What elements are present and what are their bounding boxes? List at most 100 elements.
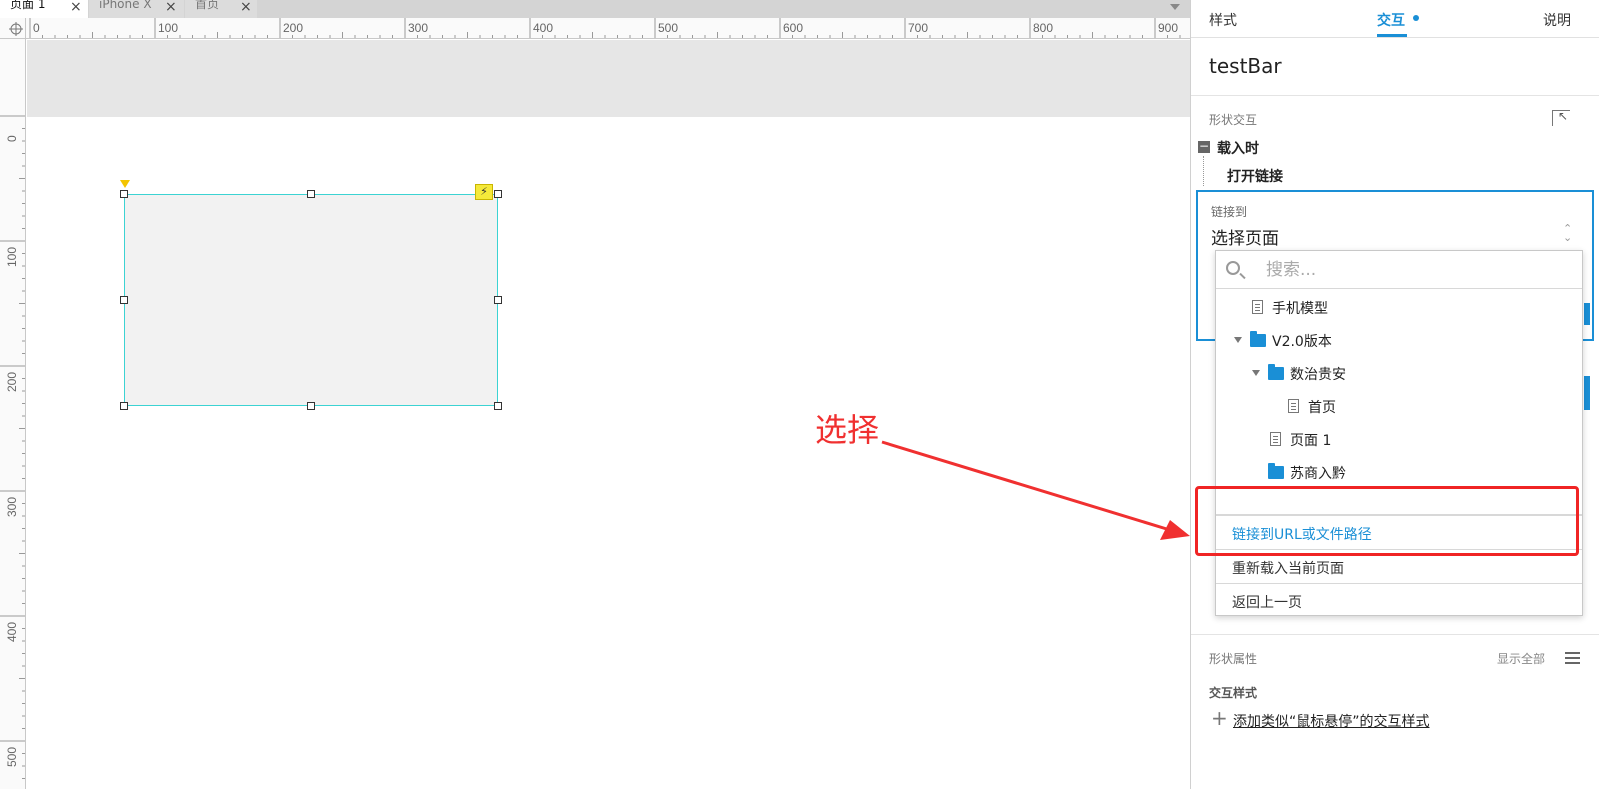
vertical-ruler: 0 100 200 300 400 500	[0, 39, 26, 789]
ruler-label: 200	[283, 21, 303, 35]
folder-icon	[1268, 463, 1284, 479]
ruler-label: 200	[5, 372, 19, 392]
go-back-option[interactable]: 返回上一页	[1216, 583, 1582, 617]
tree-item-folder[interactable]: V2.0版本	[1216, 323, 1582, 356]
menu-icon[interactable]	[1565, 652, 1580, 654]
option-label: 重新载入当前页面	[1232, 561, 1344, 577]
resize-handle[interactable]	[120, 402, 128, 410]
annotation-arrow	[881, 440, 1190, 540]
chevron-up-down-icon[interactable]: ⌃ ⌄	[1563, 223, 1572, 243]
close-icon[interactable]: ×	[165, 0, 177, 14]
search-input[interactable]	[1266, 258, 1566, 282]
search-icon	[1226, 261, 1240, 275]
tab-style[interactable]: 样式	[1209, 10, 1237, 30]
document-tab-bar: 页面 1 × iPhone X × 首页 ×	[0, 0, 1190, 18]
link-to-label: 链接到	[1211, 205, 1248, 219]
widget-name[interactable]: testBar	[1209, 54, 1282, 78]
active-tab-indicator	[1377, 34, 1407, 37]
tree-connector	[1203, 156, 1204, 186]
search-row	[1216, 251, 1582, 289]
canvas-header-area	[27, 40, 1190, 117]
tab-label: 页面 1	[10, 0, 46, 11]
rotation-marker-icon[interactable]	[120, 180, 130, 188]
ruler-label: 500	[658, 21, 678, 35]
page-icon	[1270, 432, 1281, 446]
tab-page-1[interactable]: 页面 1 ×	[0, 0, 88, 18]
close-icon[interactable]: ×	[240, 0, 252, 14]
ruler-label: 100	[5, 247, 19, 267]
page-icon	[1288, 399, 1299, 413]
event-label[interactable]: 载入时	[1217, 138, 1259, 158]
show-all-link[interactable]: 显示全部	[1497, 650, 1545, 667]
divider	[1191, 95, 1599, 96]
resize-handle[interactable]	[120, 190, 128, 198]
ruler-label: 400	[5, 622, 19, 642]
select-target-icon[interactable]	[1552, 109, 1570, 126]
tab-label: 首页	[195, 0, 220, 11]
tree-item-label: 数治贵安	[1290, 367, 1346, 383]
page-icon	[1252, 300, 1263, 314]
collapse-icon[interactable]: −	[1198, 140, 1210, 153]
page-select[interactable]: 选择页面	[1211, 224, 1279, 249]
inspector-tabs: 样式 交互 说明	[1191, 0, 1599, 38]
tree-item-page[interactable]: 页面 1	[1216, 422, 1582, 455]
hidden-button-edge	[1584, 376, 1590, 410]
resize-handle[interactable]	[307, 402, 315, 410]
tab-label: iPhone X	[99, 0, 152, 11]
hidden-button-edge	[1584, 303, 1590, 325]
resize-handle[interactable]	[494, 296, 502, 304]
tree-item-page[interactable]: 首页	[1216, 389, 1582, 422]
design-canvas[interactable]	[27, 40, 1190, 789]
ruler-label: 0	[33, 21, 40, 35]
option-label: 返回上一页	[1232, 595, 1302, 611]
expand-arrow-icon[interactable]	[1252, 370, 1260, 376]
tab-notes[interactable]: 说明	[1543, 10, 1571, 30]
selected-rectangle-shape[interactable]	[124, 194, 498, 406]
ruler-label: 400	[533, 21, 553, 35]
status-dot-icon	[1413, 15, 1419, 21]
annotation-highlight-box	[1195, 486, 1579, 556]
tree-item-label: 苏商入黔	[1290, 466, 1346, 482]
inspector-panel: 样式 交互 说明 testBar 形状交互 − 载入时 打开链接 链接到 选择页…	[1190, 0, 1599, 789]
tree-item-folder[interactable]: 数治贵安	[1216, 356, 1582, 389]
vertical-ruler-ticks: 0 100 200 300 400 500	[0, 115, 25, 779]
ruler-label: 800	[1033, 21, 1053, 35]
page-dropdown: 手机模型 V2.0版本 数治贵安 首页 页面 1 苏商入黔 链接到URL或文件路…	[1215, 250, 1583, 616]
ruler-label: 300	[408, 21, 428, 35]
tab-interaction[interactable]: 交互	[1377, 10, 1405, 30]
lightning-icon[interactable]: ⚡	[475, 184, 493, 200]
tree-item-folder[interactable]: 苏商入黔	[1216, 455, 1582, 488]
add-interaction-style-link[interactable]: 添加类似“鼠标悬停”的交互样式	[1233, 711, 1430, 731]
ruler-corner	[0, 18, 26, 39]
tree-item-page[interactable]: 手机模型	[1216, 290, 1582, 323]
resize-handle[interactable]	[120, 296, 128, 304]
ruler-label: 700	[908, 21, 928, 35]
tab-iphone-x[interactable]: iPhone X ×	[89, 0, 184, 18]
section-label: 形状交互	[1209, 113, 1258, 127]
tree-item-label: 页面 1	[1290, 433, 1332, 449]
ruler-label: 500	[5, 747, 19, 767]
ruler-label: 100	[158, 21, 178, 35]
tree-item-label: 手机模型	[1272, 301, 1328, 317]
tree-item-label: 首页	[1308, 400, 1336, 416]
expand-arrow-icon[interactable]	[1234, 337, 1242, 343]
action-label[interactable]: 打开链接	[1227, 166, 1283, 186]
horizontal-ruler: 0 100 200 300 400 500 600 700 800 900	[26, 18, 1190, 39]
ruler-label: 900	[1158, 21, 1178, 35]
close-icon[interactable]: ×	[70, 0, 82, 14]
folder-icon	[1250, 331, 1266, 347]
resize-handle[interactable]	[494, 190, 502, 198]
folder-icon	[1268, 364, 1284, 380]
chevron-down-icon[interactable]	[1170, 4, 1180, 10]
resize-handle[interactable]	[494, 402, 502, 410]
interaction-styles-label: 交互样式	[1209, 686, 1258, 700]
tab-home[interactable]: 首页 ×	[185, 0, 257, 18]
tree-item-label: V2.0版本	[1272, 334, 1332, 350]
plus-icon[interactable]: +	[1211, 708, 1228, 728]
divider	[1191, 634, 1599, 635]
horizontal-ruler-ticks: 0 100 200 300 400 500 600 700 800 900	[29, 18, 1181, 38]
ruler-label: 300	[5, 497, 19, 517]
resize-handle[interactable]	[307, 190, 315, 198]
shape-props-label: 形状属性	[1209, 652, 1258, 666]
annotation-label: 选择	[815, 411, 880, 449]
